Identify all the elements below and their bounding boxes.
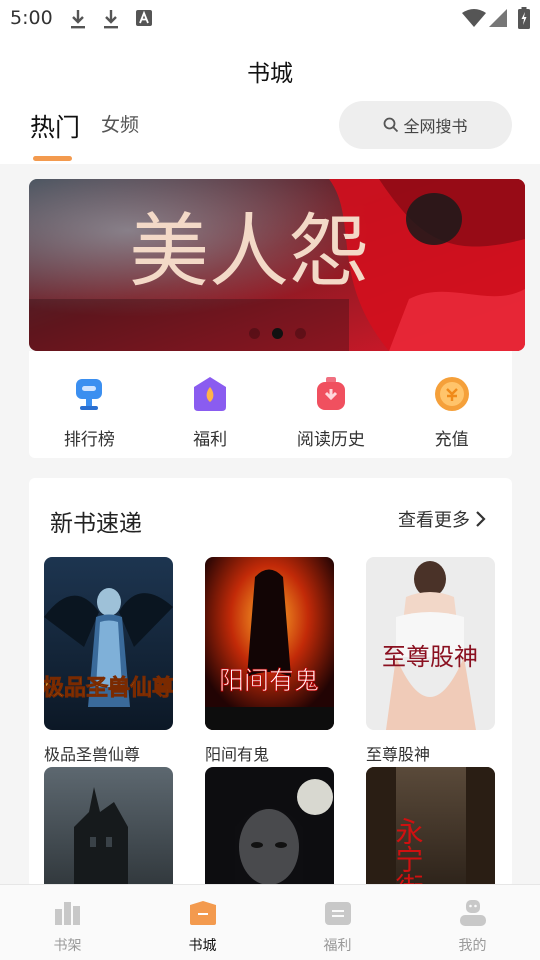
book-card[interactable] — [205, 767, 334, 888]
nav-label: 福利 — [323, 938, 352, 954]
nav-label: 我的 — [458, 938, 487, 954]
tab-hot[interactable]: 热门 — [30, 108, 80, 144]
quick-link-label: 阅读历史 — [296, 430, 365, 450]
section-title: 新书速递 — [50, 511, 142, 537]
active-tab-indicator — [33, 156, 72, 161]
cellular-signal-icon — [489, 9, 507, 27]
quick-link-label: 排行榜 — [63, 430, 115, 450]
cover-title: 永宁街 — [392, 817, 425, 888]
nav-bookshelf[interactable]: 书架 — [0, 885, 135, 960]
see-more-label: 查看更多 — [398, 510, 470, 531]
nav-label: 书城 — [188, 938, 217, 954]
bookshelf-icon — [54, 902, 80, 925]
search-button[interactable]: 全网搜书 — [339, 101, 512, 149]
book-card[interactable] — [44, 767, 173, 888]
banner-image: 美人怨 — [29, 179, 525, 351]
book-cover — [44, 767, 173, 888]
book-title: 极品圣兽仙尊 — [44, 745, 141, 764]
chevron-right-icon — [476, 511, 486, 527]
nav-welfare[interactable]: 福利 — [270, 885, 405, 960]
profile-icon — [459, 900, 486, 926]
battery-icon — [518, 7, 530, 29]
carousel-indicator — [29, 328, 525, 339]
gift-icon — [194, 377, 227, 411]
book-cover: 极品圣兽仙尊 — [44, 557, 173, 730]
cover-title: 至尊股神 — [382, 643, 478, 671]
carousel-dot-active[interactable] — [271, 328, 283, 339]
coin-icon — [434, 377, 469, 411]
book-cover: 永宁街 — [366, 767, 495, 888]
wifi-icon — [462, 9, 486, 27]
search-label: 全网搜书 — [403, 117, 468, 136]
nav-profile[interactable]: 我的 — [405, 885, 540, 960]
trophy-icon — [76, 379, 103, 410]
quick-link-label: 福利 — [193, 430, 228, 450]
book-title: 阳间有鬼 — [205, 745, 270, 764]
tab-female[interactable]: 女频 — [101, 110, 139, 137]
page-title: 书城 — [247, 61, 293, 87]
book-cover — [205, 767, 334, 888]
book-title: 至尊股神 — [366, 745, 431, 764]
carousel-dot[interactable] — [248, 328, 260, 339]
book-card[interactable]: 至尊股神 至尊股神 — [366, 557, 495, 765]
download-icon — [104, 10, 118, 29]
status-time: 5:00 — [10, 7, 53, 29]
quick-link-welfare[interactable]: 福利 — [150, 351, 271, 458]
status-bar: 5:00 — [0, 0, 540, 38]
welfare-icon — [324, 902, 351, 925]
see-more-link[interactable]: 查看更多 — [398, 506, 486, 532]
book-cover: 阳间有鬼 — [205, 557, 334, 730]
carousel-dot[interactable] — [294, 328, 306, 339]
book-card[interactable]: 永宁街 — [366, 767, 495, 888]
history-icon — [316, 377, 345, 410]
quick-link-ranking[interactable]: 排行榜 — [29, 351, 150, 458]
nav-label: 书架 — [53, 938, 82, 954]
nav-bookstore[interactable]: 书城 — [135, 885, 270, 960]
quick-links: 排行榜 福利 阅读历史 充值 — [29, 351, 512, 458]
download-icon — [71, 10, 85, 29]
banner-carousel[interactable]: 美人怨 — [29, 179, 525, 351]
bottom-navigation: 书架 书城 福利 我的 — [0, 884, 540, 960]
cover-title: 极品圣兽仙尊 — [44, 675, 173, 701]
book-card[interactable]: 极品圣兽仙尊 极品圣兽仙尊 — [44, 557, 173, 765]
banner-title: 美人怨 — [129, 205, 369, 298]
cover-title: 阳间有鬼 — [219, 666, 319, 695]
bookstore-icon — [189, 901, 216, 925]
quick-link-label: 充值 — [434, 430, 469, 450]
quick-link-recharge[interactable]: 充值 — [391, 351, 512, 458]
quick-link-history[interactable]: 阅读历史 — [271, 351, 392, 458]
search-icon — [384, 117, 399, 133]
book-cover: 至尊股神 — [366, 557, 495, 730]
book-card[interactable]: 阳间有鬼 阳间有鬼 — [205, 557, 334, 765]
font-icon — [136, 10, 152, 26]
app-header: 书城 热门 女频 全网搜书 — [0, 38, 540, 164]
new-books-section: 新书速递 查看更多 极品圣兽仙尊 极品圣兽仙尊 阳间有鬼 阳间有鬼 至尊股神 至… — [29, 478, 512, 888]
